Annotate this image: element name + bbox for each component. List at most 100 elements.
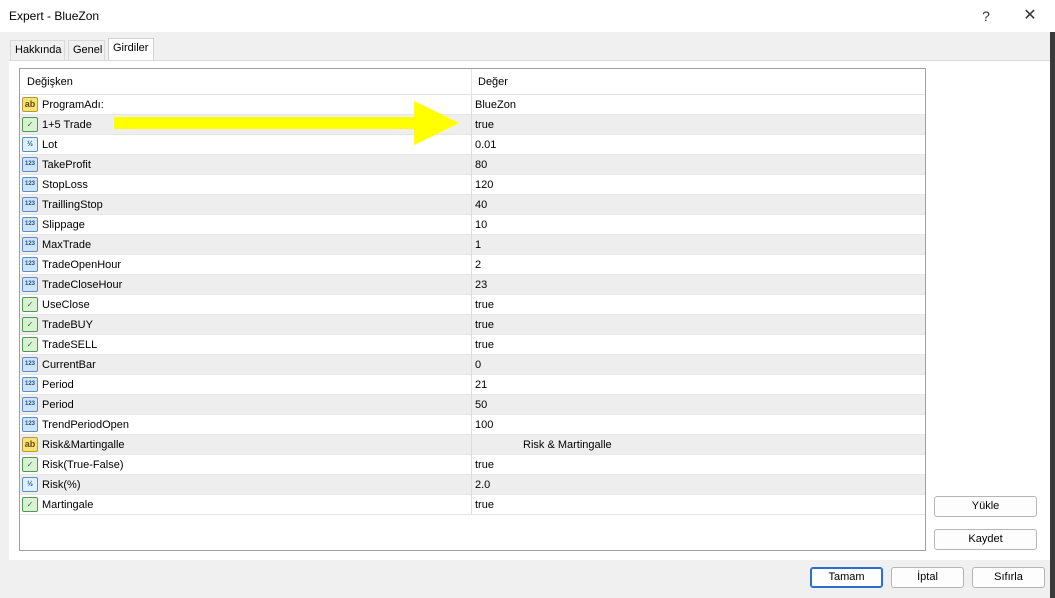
integer-type-icon: 123 <box>22 157 38 172</box>
cell-divider <box>471 115 472 135</box>
column-header-value[interactable]: Değer <box>478 76 508 88</box>
tab-about[interactable]: Hakkında <box>10 40 65 60</box>
parameter-value[interactable]: BlueZon <box>475 99 516 111</box>
parameter-value[interactable]: true <box>475 499 494 511</box>
parameter-value[interactable]: 23 <box>475 279 487 291</box>
cell-divider <box>471 355 472 375</box>
parameter-value[interactable]: 1 <box>475 239 481 251</box>
parameter-value[interactable]: 2 <box>475 259 481 271</box>
double-type-icon: ½ <box>22 477 38 492</box>
parameter-value[interactable]: true <box>475 339 494 351</box>
parameter-name: UseClose <box>42 299 90 311</box>
table-row[interactable]: 123 CurrentBar 0 <box>20 355 925 375</box>
parameter-name: Risk(True-False) <box>42 459 124 471</box>
table-row[interactable]: 123 MaxTrade 1 <box>20 235 925 255</box>
parameter-value[interactable]: 120 <box>475 179 493 191</box>
table-row[interactable]: ✓ UseClose true <box>20 295 925 315</box>
cell-divider <box>471 135 472 155</box>
column-divider[interactable] <box>471 69 472 95</box>
table-row[interactable]: 123 StopLoss 120 <box>20 175 925 195</box>
parameter-value[interactable]: 50 <box>475 399 487 411</box>
parameter-value[interactable]: 80 <box>475 159 487 171</box>
cell-divider <box>471 495 472 515</box>
tab-general[interactable]: Genel <box>68 40 105 60</box>
bool-type-icon: ✓ <box>22 297 38 312</box>
load-button[interactable]: Yükle <box>934 496 1037 517</box>
cell-divider <box>471 475 472 495</box>
table-row[interactable]: ab Risk&Martingalle Risk & Martingalle <box>20 435 925 455</box>
parameter-name: CurrentBar <box>42 359 96 371</box>
bool-type-icon: ✓ <box>22 317 38 332</box>
reset-button[interactable]: Sıfırla <box>972 567 1045 588</box>
table-row[interactable]: 123 TradeOpenHour 2 <box>20 255 925 275</box>
cell-divider <box>471 435 472 455</box>
parameter-name: Period <box>42 399 74 411</box>
help-button[interactable]: ? <box>970 0 1002 32</box>
table-row[interactable]: 123 Period 50 <box>20 395 925 415</box>
parameter-name: ProgramAdı: <box>42 99 104 111</box>
integer-type-icon: 123 <box>22 237 38 252</box>
table-row[interactable]: 123 TraillingStop 40 <box>20 195 925 215</box>
table-row[interactable]: ½ Risk(%) 2.0 <box>20 475 925 495</box>
cancel-button[interactable]: İptal <box>891 567 964 588</box>
parameter-value[interactable]: 21 <box>475 379 487 391</box>
parameter-value[interactable]: 40 <box>475 199 487 211</box>
parameter-value[interactable]: true <box>475 299 494 311</box>
parameter-name: TradeSELL <box>42 339 98 351</box>
bool-type-icon: ✓ <box>22 117 38 132</box>
table-header: Değişken Değer <box>20 69 925 95</box>
cell-divider <box>471 415 472 435</box>
parameter-value[interactable]: 100 <box>475 419 493 431</box>
cell-divider <box>471 195 472 215</box>
parameter-value[interactable]: Risk & Martingalle <box>523 439 612 451</box>
parameter-name: 1+5 Trade <box>42 119 92 131</box>
tab-inputs[interactable]: Girdiler <box>108 38 154 61</box>
table-row[interactable]: 123 TradeCloseHour 23 <box>20 275 925 295</box>
cell-divider <box>471 375 472 395</box>
parameter-value[interactable]: true <box>475 119 494 131</box>
table-body: ab ProgramAdı: BlueZon ✓ 1+5 Trade true ½ Lot 0.… <box>20 95 925 515</box>
parameter-name: Slippage <box>42 219 85 231</box>
cell-divider <box>471 95 472 115</box>
table-row[interactable]: 123 TrendPeriodOpen 100 <box>20 415 925 435</box>
integer-type-icon: 123 <box>22 357 38 372</box>
parameter-name: TradeCloseHour <box>42 279 123 291</box>
table-row[interactable]: ✓ TradeBUY true <box>20 315 925 335</box>
ok-button[interactable]: Tamam <box>810 567 883 588</box>
parameter-name: MaxTrade <box>42 239 92 251</box>
table-row[interactable]: ✓ Risk(True-False) true <box>20 455 925 475</box>
table-row[interactable]: ✓ Martingale true <box>20 495 925 515</box>
column-header-variable[interactable]: Değişken <box>27 76 73 88</box>
parameter-value[interactable]: 10 <box>475 219 487 231</box>
cell-divider <box>471 175 472 195</box>
cell-divider <box>471 155 472 175</box>
parameter-value[interactable]: 0 <box>475 359 481 371</box>
title-bar: Expert - BlueZon ? ✕ <box>0 0 1055 32</box>
table-row[interactable]: 123 Period 21 <box>20 375 925 395</box>
close-button[interactable]: ✕ <box>1012 0 1048 32</box>
parameter-name: TraillingStop <box>42 199 103 211</box>
parameter-value[interactable]: 2.0 <box>475 479 490 491</box>
parameter-name: TradeOpenHour <box>42 259 122 271</box>
parameter-name: Martingale <box>42 499 94 511</box>
integer-type-icon: 123 <box>22 177 38 192</box>
table-row[interactable]: 123 TakeProfit 80 <box>20 155 925 175</box>
bool-type-icon: ✓ <box>22 497 38 512</box>
integer-type-icon: 123 <box>22 197 38 212</box>
bool-type-icon: ✓ <box>22 337 38 352</box>
cell-divider <box>471 315 472 335</box>
integer-type-icon: 123 <box>22 417 38 432</box>
parameter-name: TrendPeriodOpen <box>42 419 130 431</box>
double-type-icon: ½ <box>22 137 38 152</box>
background-window-edge <box>1050 32 1055 598</box>
parameter-name: Period <box>42 379 74 391</box>
text-type-icon: ab <box>22 437 38 452</box>
save-button[interactable]: Kaydet <box>934 529 1037 550</box>
parameter-value[interactable]: true <box>475 319 494 331</box>
bool-type-icon: ✓ <box>22 457 38 472</box>
parameter-value[interactable]: true <box>475 459 494 471</box>
integer-type-icon: 123 <box>22 277 38 292</box>
parameter-value[interactable]: 0.01 <box>475 139 496 151</box>
table-row[interactable]: 123 Slippage 10 <box>20 215 925 235</box>
table-row[interactable]: ✓ TradeSELL true <box>20 335 925 355</box>
